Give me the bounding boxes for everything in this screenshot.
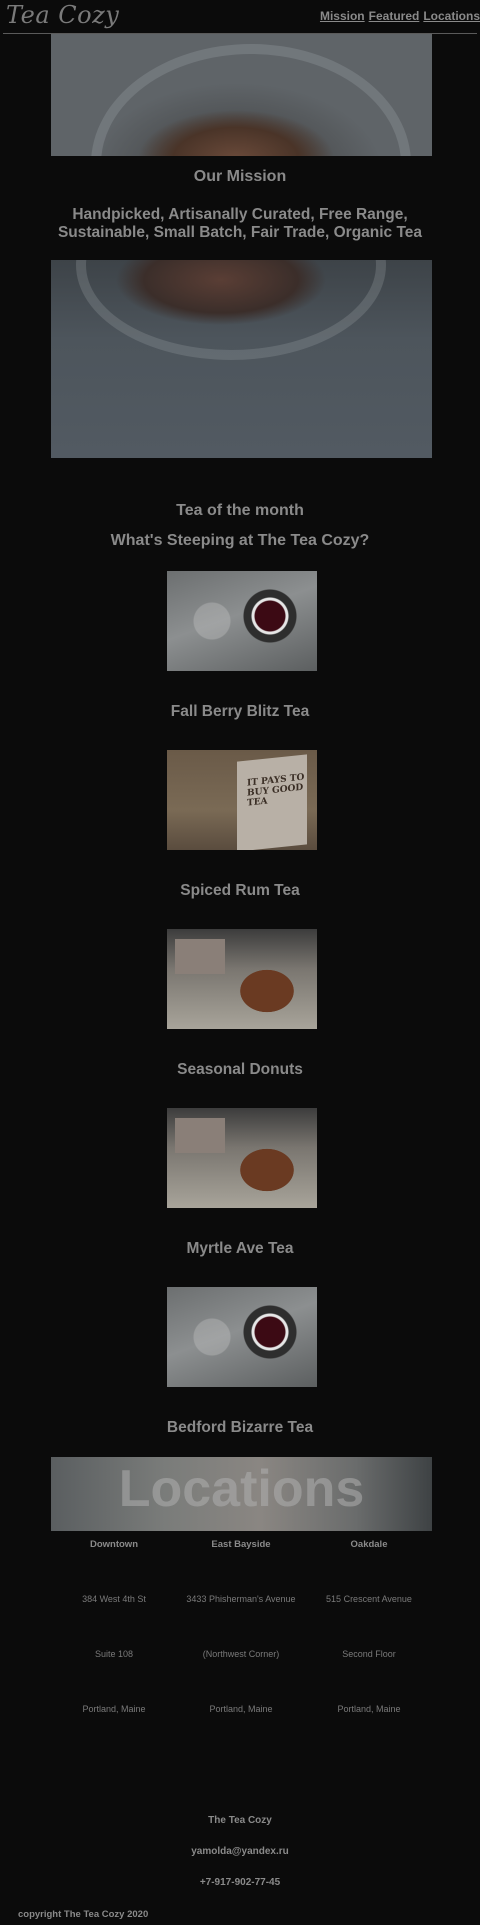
featured-image-seasonal-donuts (167, 929, 317, 1029)
featured-image-bedford-bizarre (167, 1287, 317, 1387)
steeping-title: What's Steeping at The Tea Cozy? (110, 532, 370, 549)
featured-item-title: Seasonal Donuts (177, 1061, 303, 1078)
copyright-notice: copyright The Tea Cozy 2020 (18, 1909, 149, 1920)
location-address: 515 Crescent Avenue (326, 1594, 412, 1604)
location-detail: Second Floor (342, 1649, 396, 1659)
location-city: Portland, Maine (82, 1704, 146, 1714)
featured-item-title: Spiced Rum Tea (180, 882, 300, 899)
featured-image-spiced-rum: IT PAYS TO BUY GOOD TEA (167, 750, 317, 850)
footer-business-name: The Tea Cozy (208, 1815, 272, 1826)
location-city: Portland, Maine (209, 1704, 273, 1714)
nav-link-locations[interactable]: Locations (423, 9, 480, 23)
tea-box-label: IT PAYS TO BUY GOOD TEA (247, 772, 305, 809)
location-city: Portland, Maine (337, 1704, 401, 1714)
location-name: East Bayside (211, 1539, 271, 1550)
location-address: 384 West 4th St (82, 1594, 146, 1604)
nav-link-featured[interactable]: Featured (369, 9, 420, 23)
location-name: Oakdale (350, 1539, 388, 1550)
featured-item-title: Fall Berry Blitz Tea (170, 703, 310, 720)
featured-item-title: Bedford Bizarre Tea (166, 1419, 314, 1436)
locations-banner-title: Locations (118, 1460, 365, 1518)
site-logo[interactable]: Tea Cozy (6, 1, 119, 29)
tea-of-month-title: Tea of the month (176, 502, 304, 519)
mission-hero-image-top (51, 34, 432, 156)
featured-image-myrtle-ave (167, 1108, 317, 1208)
footer-email[interactable]: yamolda@yandex.ru (0, 1846, 480, 1857)
location-detail: Suite 108 (94, 1649, 134, 1659)
site-header: Tea Cozy Mission Featured Locations (0, 0, 480, 33)
location-detail: (Northwest Corner) (202, 1649, 280, 1659)
main-nav: Mission Featured Locations (316, 9, 480, 23)
mission-statement: Handpicked, Artisanally Curated, Free Ra… (57, 206, 423, 241)
featured-image-fall-berry-blitz (167, 571, 317, 671)
location-address: 3433 Phisherman's Avenue (186, 1594, 296, 1604)
featured-item-title: Myrtle Ave Tea (186, 1240, 294, 1257)
locations-banner: Locations (51, 1457, 432, 1531)
mission-title: Our Mission (193, 168, 287, 185)
location-name: Downtown (89, 1539, 138, 1550)
mission-hero-image-bottom (51, 260, 432, 458)
nav-link-mission[interactable]: Mission (320, 9, 365, 23)
footer-phone[interactable]: +7-917-902-77-45 (0, 1877, 480, 1888)
